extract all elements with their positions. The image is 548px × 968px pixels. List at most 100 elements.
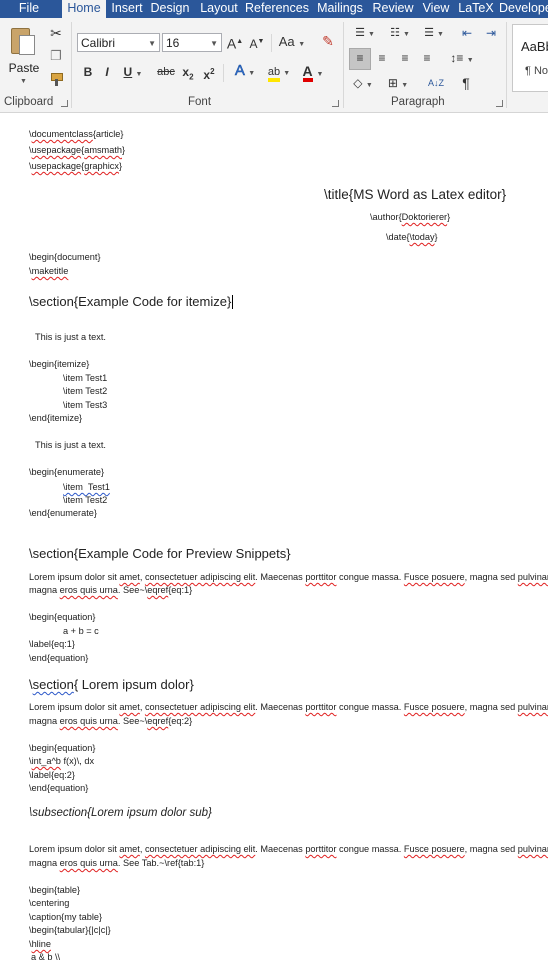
tab-insert[interactable]: Insert [108, 0, 146, 18]
borders-icon[interactable]: ⊞ ▼ [384, 74, 412, 95]
multilevel-list-icon[interactable]: ☰ ▼ [419, 24, 449, 44]
doc-line: \begin{enumerate} [29, 467, 105, 477]
doc-line: \begin{document} [29, 252, 101, 262]
align-center-icon[interactable]: ≡ [373, 49, 391, 67]
doc-line: \end{enumerate} [29, 508, 97, 518]
text-cursor [232, 295, 234, 309]
doc-line: magna eros quis urna. See~\eqref{eq:2} [29, 716, 193, 726]
doc-line: \end{equation} [29, 653, 89, 663]
justify-icon[interactable]: ≡ [418, 49, 436, 67]
doc-line: \int_a^b f(x)\, dx [29, 756, 95, 766]
font-size-value: 16 [166, 36, 180, 50]
copy-icon[interactable]: ❐ [46, 47, 66, 65]
numbering-icon[interactable]: ☷ ▼ [385, 24, 415, 44]
doc-line: a & b \\ [31, 952, 61, 962]
doc-line: \caption{my table} [29, 912, 103, 922]
doc-line: Lorem ipsum dolor sit amet, consectetuer… [29, 844, 548, 854]
paste-button[interactable]: Paste ▼ [6, 26, 42, 90]
style-normal[interactable]: AaBb ¶ No [512, 24, 548, 92]
doc-line: Lorem ipsum dolor sit amet, consectetuer… [29, 702, 548, 712]
clipboard-group-label: Clipboard [4, 96, 54, 108]
ribbon-home: Paste ▼ ✂ ❐ Clipboard Calibri ▼ 16 ▼ A▲ A▼… [0, 18, 548, 113]
doc-line: \usepackage{graphicx} [29, 161, 123, 171]
doc-line: \begin{equation} [29, 743, 96, 753]
doc-line: \item Test2 [63, 495, 108, 505]
chevron-down-icon: ▼ [148, 39, 156, 48]
clipboard-dialog-launcher[interactable] [61, 100, 68, 107]
tab-latex[interactable]: LaTeX [457, 0, 495, 18]
paper-icon [19, 35, 35, 55]
align-right-icon[interactable]: ≡ [396, 49, 414, 67]
paragraph-group-label: Paragraph [391, 96, 445, 108]
highlight-button[interactable]: ab ▼ [264, 62, 294, 83]
font-name-value: Calibri [81, 36, 116, 50]
font-size-combo[interactable]: 16 ▼ [162, 33, 222, 52]
doc-line: \item Test3 [63, 400, 108, 410]
chevron-down-icon: ▼ [20, 78, 27, 85]
divider [223, 64, 224, 82]
doc-line: \begin{table} [29, 885, 81, 895]
tab-review[interactable]: Review [371, 0, 415, 18]
doc-line: \item Test1 [63, 373, 108, 383]
group-divider [343, 22, 344, 108]
grow-font-icon[interactable]: A▲ [226, 33, 244, 53]
superscript-button[interactable]: x2 [201, 63, 217, 84]
tab-design[interactable]: Design [149, 0, 191, 18]
shrink-font-icon[interactable]: A▼ [248, 33, 266, 53]
italic-button[interactable]: I [100, 63, 114, 81]
style-preview: AaBb [521, 39, 548, 54]
doc-line: \hline [29, 939, 51, 949]
tab-developer[interactable]: Developer [499, 0, 548, 18]
divider [271, 34, 272, 52]
clear-formatting-icon[interactable]: ✎ [318, 32, 338, 50]
doc-line: \end{itemize} [29, 413, 83, 423]
doc-line: \maketitle [29, 266, 69, 276]
doc-line: This is just a text. [35, 332, 106, 342]
tab-layout[interactable]: Layout [197, 0, 241, 18]
highlighter-icon: ab [267, 67, 280, 82]
sort-icon[interactable]: A↓Z [425, 74, 447, 92]
paste-label: Paste [8, 61, 40, 75]
paragraph-dialog-launcher[interactable] [496, 100, 503, 107]
bullets-icon[interactable]: ☰ ▼ [350, 24, 380, 44]
doc-line: Lorem ipsum dolor sit amet, consectetuer… [29, 572, 548, 582]
align-left-icon[interactable]: ≡ [349, 48, 371, 70]
decrease-indent-icon[interactable]: ⇤ [458, 24, 476, 42]
doc-section-heading: \section{Example Code for Preview Snippe… [29, 546, 291, 561]
tab-mailings[interactable]: Mailings [314, 0, 366, 18]
doc-section-heading: \section{Example Code for itemize} [29, 294, 234, 309]
doc-line: \label{eq:1} [29, 639, 75, 649]
font-dialog-launcher[interactable] [332, 100, 339, 107]
line-spacing-icon[interactable]: ↕≡ ▼ [447, 49, 477, 70]
doc-section-heading: \section{ Lorem ipsum dolor} [29, 677, 194, 692]
doc-line: This is just a text. [35, 440, 106, 450]
tab-references[interactable]: References [245, 0, 309, 18]
cut-icon[interactable]: ✂ [46, 24, 66, 42]
font-group-label: Font [188, 96, 212, 108]
doc-line: \usepackage{amsmath} [29, 145, 126, 155]
bold-button[interactable]: B [80, 63, 96, 81]
tab-home[interactable]: Home [62, 0, 106, 19]
subscript-button[interactable]: x2 [180, 63, 196, 86]
shading-icon[interactable]: ◇ ▼ [350, 74, 376, 95]
doc-line: \begin{equation} [29, 612, 96, 622]
doc-line: a + b = c [63, 626, 99, 636]
increase-indent-icon[interactable]: ⇥ [482, 24, 500, 42]
doc-line: \centering [29, 898, 70, 908]
document-page[interactable]: \documentclass{article} \usepackage{amsm… [0, 113, 548, 968]
underline-button[interactable]: U ▼ [120, 63, 146, 84]
doc-line: \begin{itemize} [29, 359, 90, 369]
chevron-down-icon: ▼ [210, 39, 218, 48]
pilcrow-icon[interactable]: ¶ [457, 74, 475, 92]
doc-line: \date{\today} [386, 232, 438, 242]
tab-view[interactable]: View [420, 0, 452, 18]
tab-file[interactable]: File [0, 0, 58, 18]
doc-line: \label{eq:2} [29, 770, 75, 780]
doc-line: \item Test2 [63, 386, 108, 396]
font-name-combo[interactable]: Calibri ▼ [77, 33, 160, 52]
change-case-icon[interactable]: Aa ▼ [277, 33, 307, 54]
font-color-button[interactable]: A ▼ [298, 62, 328, 84]
text-effects-button[interactable]: A ▼ [230, 62, 260, 83]
doc-subsection-heading: \subsection{Lorem ipsum dolor sub} [29, 807, 212, 819]
strikethrough-button[interactable]: abc [154, 63, 178, 81]
